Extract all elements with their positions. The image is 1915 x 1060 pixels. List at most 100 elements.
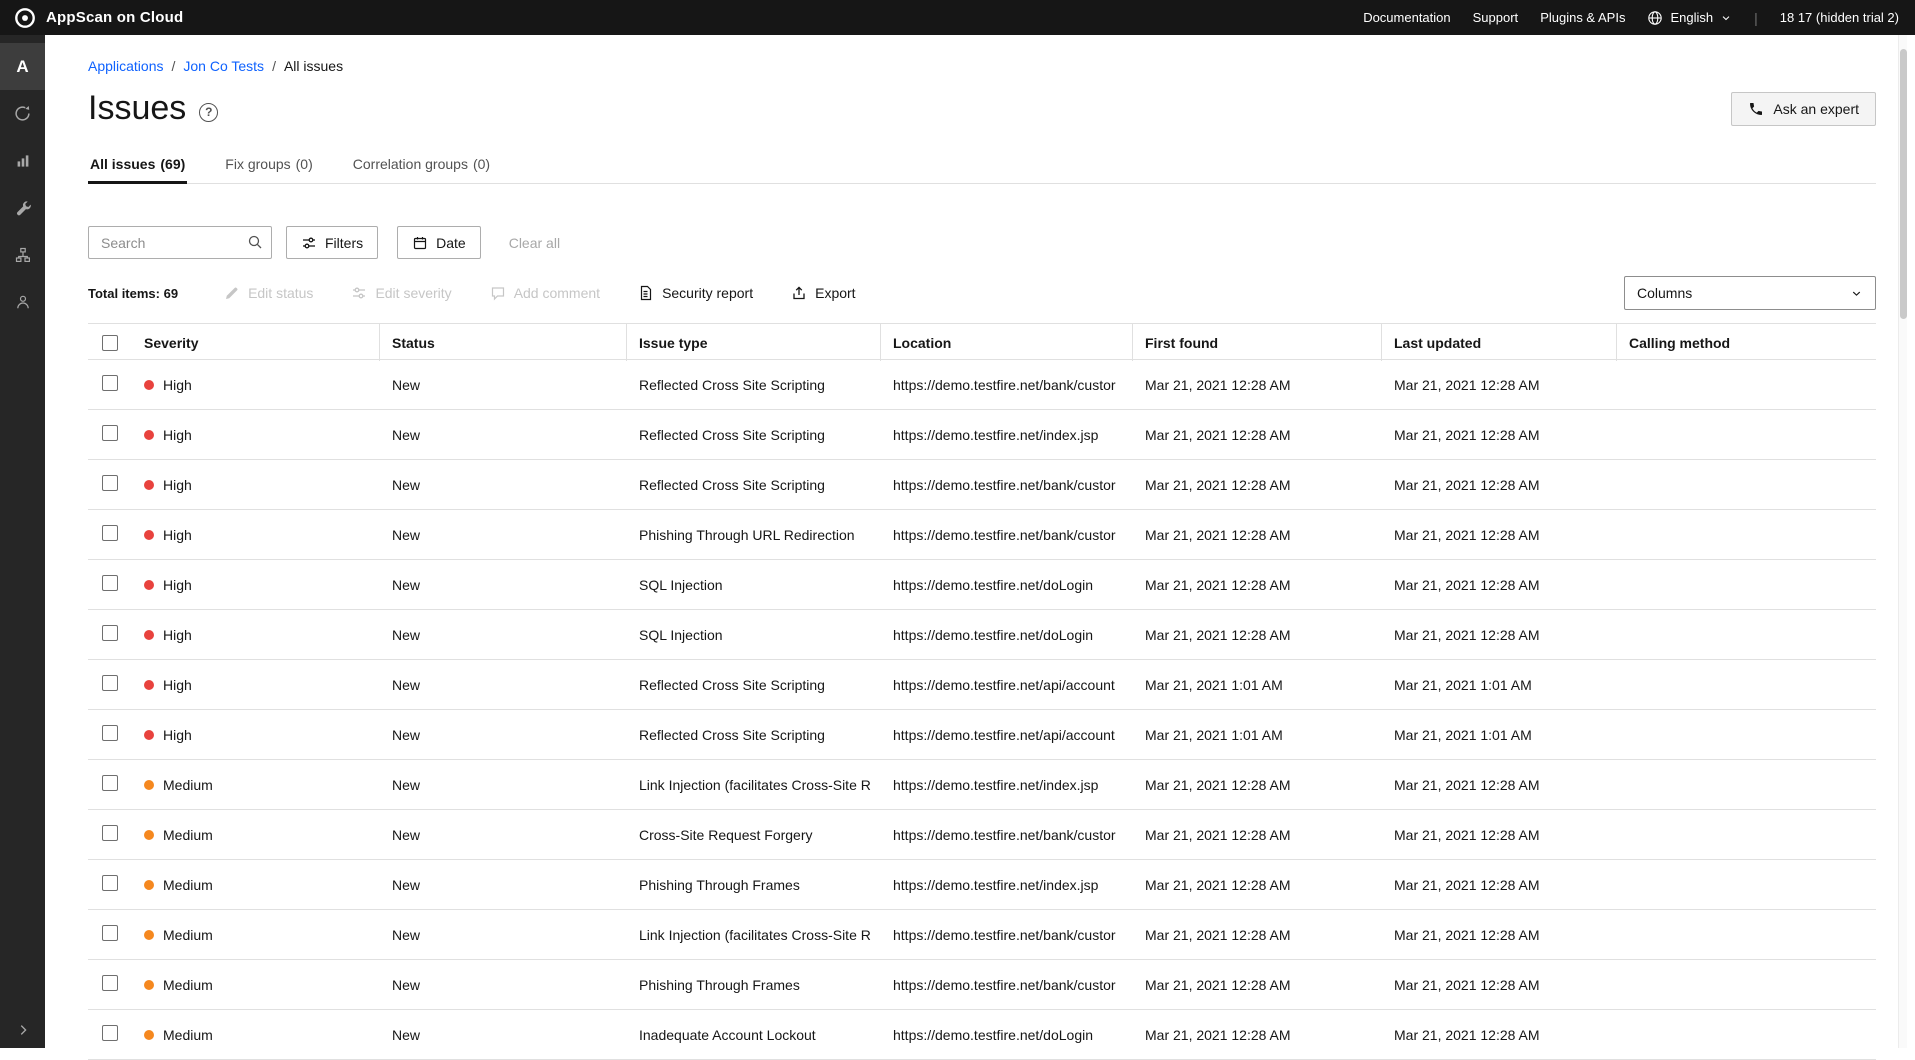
table-row[interactable]: High New Reflected Cross Site Scripting …	[88, 660, 1876, 710]
table-row[interactable]: High New Reflected Cross Site Scripting …	[88, 460, 1876, 510]
chevron-down-icon	[1850, 287, 1863, 300]
row-checkbox[interactable]	[102, 625, 118, 641]
tab-all-issues[interactable]: All issues (69)	[88, 156, 187, 184]
table-row[interactable]: Medium New Cross-Site Request Forgery ht…	[88, 810, 1876, 860]
row-checkbox[interactable]	[102, 1025, 118, 1041]
export-icon	[791, 285, 807, 301]
columns-dropdown[interactable]: Columns	[1624, 276, 1876, 310]
table-row[interactable]: Medium New Link Injection (facilitates C…	[88, 910, 1876, 960]
row-checkbox[interactable]	[102, 575, 118, 591]
edit-severity-button[interactable]: Edit severity	[351, 285, 451, 301]
sidebar-expand-button[interactable]	[0, 1016, 45, 1044]
row-checkbox[interactable]	[102, 675, 118, 691]
row-checkbox[interactable]	[102, 475, 118, 491]
sidebar-item-scans[interactable]	[0, 90, 45, 137]
edit-status-button[interactable]: Edit status	[224, 285, 313, 301]
table-row[interactable]: High New Reflected Cross Site Scripting …	[88, 360, 1876, 410]
severity-label: High	[163, 577, 192, 593]
export-label: Export	[815, 285, 855, 301]
search-input[interactable]	[88, 226, 272, 259]
column-header-last-updated[interactable]: Last updated	[1382, 324, 1617, 361]
column-header-calling-method[interactable]: Calling method	[1617, 324, 1876, 361]
export-button[interactable]: Export	[791, 285, 855, 301]
table-row[interactable]: High New Reflected Cross Site Scripting …	[88, 710, 1876, 760]
row-checkbox[interactable]	[102, 375, 118, 391]
header-separator: |	[1754, 10, 1758, 26]
table-row[interactable]: Medium New Phishing Through Frames https…	[88, 960, 1876, 1010]
nav-plugins-apis[interactable]: Plugins & APIs	[1540, 10, 1625, 25]
total-items: Total items: 69	[88, 286, 178, 301]
breadcrumb-jon-co-tests[interactable]: Jon Co Tests	[183, 58, 264, 74]
last-updated-cell: Mar 21, 2021 12:28 AM	[1382, 527, 1617, 543]
location-cell: https://demo.testfire.net/bank/custor	[881, 977, 1133, 993]
column-header-status[interactable]: Status	[380, 324, 627, 361]
severity-label: High	[163, 727, 192, 743]
row-checkbox[interactable]	[102, 825, 118, 841]
severity-dot	[144, 880, 154, 890]
account-info[interactable]: 18 17 (hidden trial 2)	[1780, 10, 1899, 25]
status-cell: New	[380, 577, 627, 593]
last-updated-cell: Mar 21, 2021 12:28 AM	[1382, 827, 1617, 843]
severity-label: Medium	[163, 927, 213, 943]
nav-documentation[interactable]: Documentation	[1363, 10, 1450, 25]
clear-all-button[interactable]: Clear all	[509, 235, 560, 251]
first-found-cell: Mar 21, 2021 12:28 AM	[1133, 827, 1382, 843]
add-comment-label: Add comment	[514, 285, 600, 301]
last-updated-cell: Mar 21, 2021 12:28 AM	[1382, 627, 1617, 643]
column-header-issue-type[interactable]: Issue type	[627, 324, 881, 361]
column-header-first-found[interactable]: First found	[1133, 324, 1382, 361]
row-checkbox[interactable]	[102, 925, 118, 941]
help-icon[interactable]: ?	[199, 103, 218, 122]
nav-support[interactable]: Support	[1473, 10, 1519, 25]
sidebar: A	[0, 35, 45, 1048]
sidebar-item-profile[interactable]	[0, 278, 45, 325]
row-checkbox[interactable]	[102, 875, 118, 891]
severity-dot	[144, 980, 154, 990]
row-checkbox[interactable]	[102, 975, 118, 991]
column-header-location[interactable]: Location	[881, 324, 1133, 361]
sidebar-item-applications[interactable]: A	[0, 43, 45, 90]
filters-button[interactable]: Filters	[286, 226, 378, 259]
severity-cell: High	[132, 627, 380, 643]
table-row[interactable]: High New SQL Injection https://demo.test…	[88, 560, 1876, 610]
row-checkbox[interactable]	[102, 425, 118, 441]
table-row[interactable]: High New Phishing Through URL Redirectio…	[88, 510, 1876, 560]
first-found-cell: Mar 21, 2021 1:01 AM	[1133, 727, 1382, 743]
breadcrumb-applications[interactable]: Applications	[88, 58, 164, 74]
table-row[interactable]: Medium New Phishing Through Frames https…	[88, 860, 1876, 910]
select-all-checkbox[interactable]	[102, 335, 118, 351]
scrollbar[interactable]	[1898, 35, 1907, 1048]
tab-correlation-groups[interactable]: Correlation groups (0)	[351, 156, 492, 183]
appscan-logo-icon	[14, 7, 36, 29]
table-row[interactable]: Medium New Inadequate Account Lockout ht…	[88, 1010, 1876, 1060]
severity-dot	[144, 1030, 154, 1040]
date-label: Date	[436, 235, 466, 251]
table-row[interactable]: High New SQL Injection https://demo.test…	[88, 610, 1876, 660]
tab-fix-groups[interactable]: Fix groups (0)	[223, 156, 314, 183]
sidebar-item-reports[interactable]	[0, 137, 45, 184]
date-button[interactable]: Date	[397, 226, 481, 259]
severity-label: Medium	[163, 1027, 213, 1043]
security-report-button[interactable]: Security report	[638, 285, 753, 301]
add-comment-button[interactable]: Add comment	[490, 285, 600, 301]
status-cell: New	[380, 877, 627, 893]
status-cell: New	[380, 977, 627, 993]
row-checkbox[interactable]	[102, 525, 118, 541]
scrollbar-thumb[interactable]	[1900, 49, 1907, 319]
sidebar-item-organization[interactable]	[0, 231, 45, 278]
issue-type-cell: Reflected Cross Site Scripting	[627, 727, 881, 743]
table-row[interactable]: Medium New Link Injection (facilitates C…	[88, 760, 1876, 810]
chevron-right-icon	[16, 1023, 30, 1037]
tab-label: All issues	[90, 156, 155, 173]
table-row[interactable]: High New Reflected Cross Site Scripting …	[88, 410, 1876, 460]
row-checkbox[interactable]	[102, 775, 118, 791]
row-checkbox[interactable]	[102, 725, 118, 741]
sidebar-item-tools[interactable]	[0, 184, 45, 231]
language-selector[interactable]: English	[1647, 10, 1732, 26]
table-body: High New Reflected Cross Site Scripting …	[88, 360, 1876, 1060]
column-header-severity[interactable]: Severity	[132, 324, 380, 361]
severity-dot	[144, 680, 154, 690]
ask-expert-button[interactable]: Ask an expert	[1731, 92, 1876, 126]
issue-type-cell: Link Injection (facilitates Cross-Site R	[627, 777, 881, 793]
location-cell: https://demo.testfire.net/bank/custor	[881, 827, 1133, 843]
